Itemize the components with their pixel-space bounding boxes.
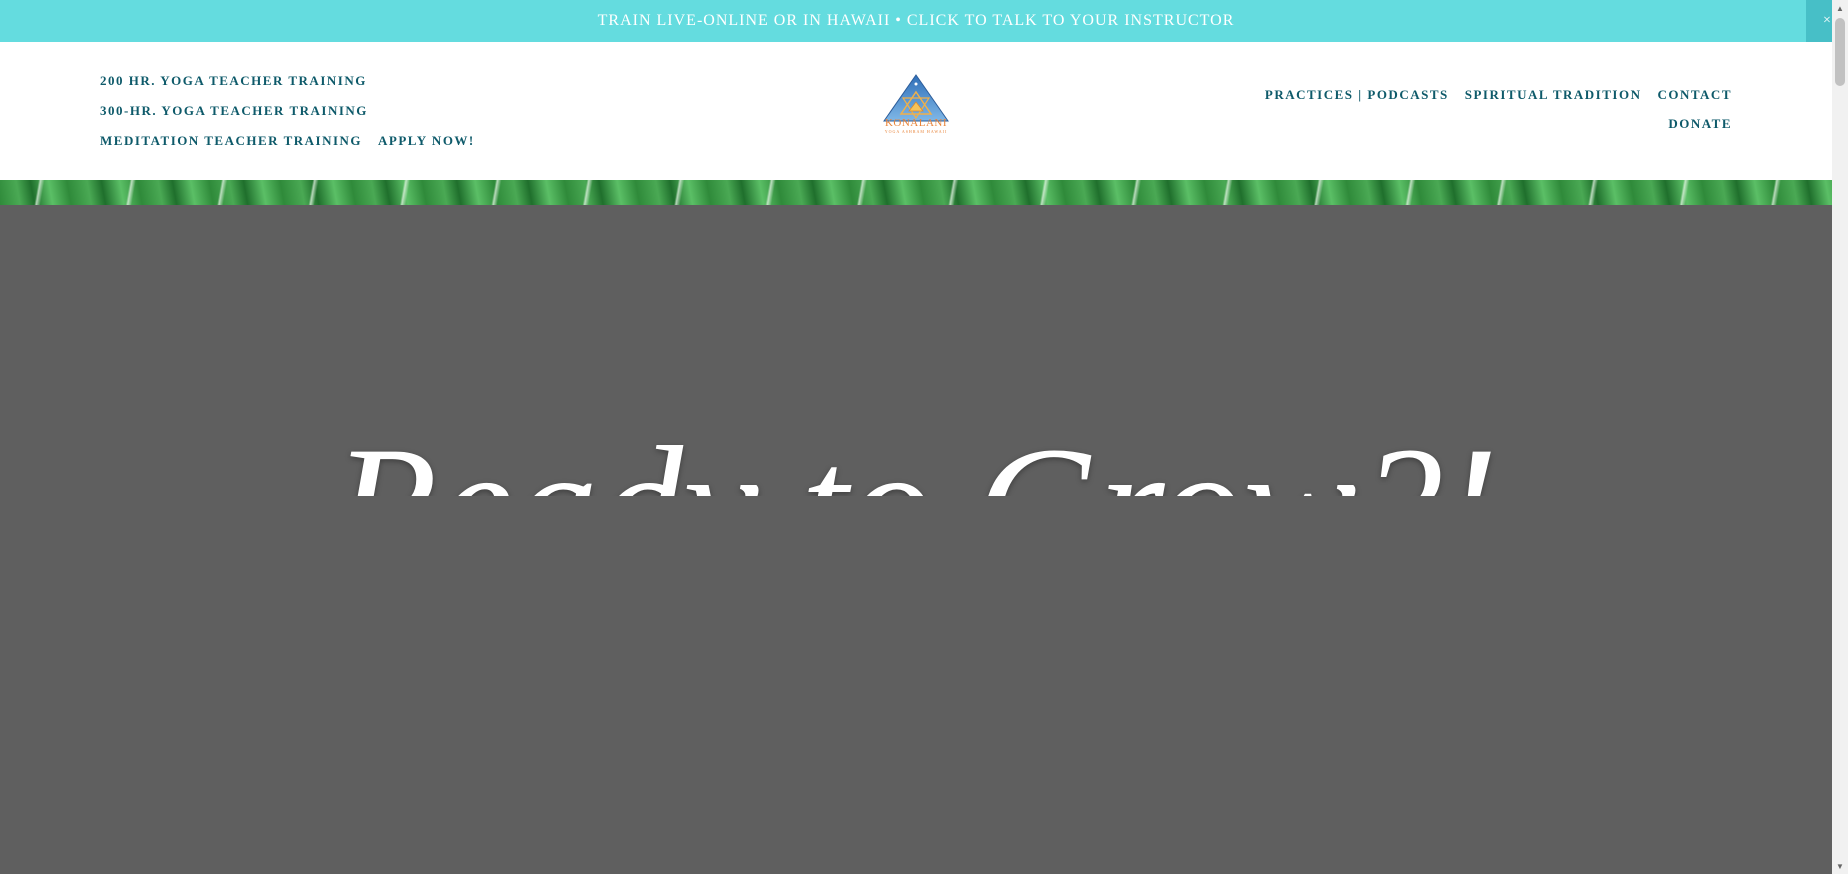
site-logo[interactable]: KONALANI YOGA ASHRAM HAWAII [881,74,951,146]
nav-contact[interactable]: CONTACT [1657,87,1732,103]
nav-meditation-training[interactable]: MEDITATION TEACHER TRAINING [100,133,362,149]
nav-practices-podcasts[interactable]: PRACTICES | PODCASTS [1265,87,1449,103]
scrollbar-thumb[interactable] [1835,18,1845,86]
nav-left: 200 HR. YOGA TEACHER TRAINING 300-HR. YO… [100,66,475,156]
nav-300hr-training[interactable]: 300-HR. YOGA TEACHER TRAINING [100,103,368,119]
leaf-banner-image [0,180,1832,205]
nav-donate[interactable]: DONATE [1668,116,1732,132]
logo-triangle-icon [883,74,949,122]
page-scrollbar[interactable]: ▲ ▼ [1832,0,1848,874]
hero-title-clip: Ready to Grow?! [0,400,1832,496]
nav-right: PRACTICES | PODCASTS SPIRITUAL TRADITION… [1265,80,1732,138]
announcement-bar[interactable]: TRAIN LIVE-ONLINE OR IN HAWAII • CLICK T… [0,0,1832,42]
hero-section: Ready to Grow?! [0,205,1832,874]
nav-200hr-training[interactable]: 200 HR. YOGA TEACHER TRAINING [100,73,367,89]
hero-title: Ready to Grow?! [0,416,1832,496]
chevron-up-icon[interactable]: ▲ [1832,0,1848,16]
chevron-down-icon[interactable]: ▼ [1832,858,1848,874]
announcement-text[interactable]: TRAIN LIVE-ONLINE OR IN HAWAII • CLICK T… [598,12,1235,30]
site-header: 200 HR. YOGA TEACHER TRAINING 300-HR. YO… [0,42,1832,180]
nav-spiritual-tradition[interactable]: SPIRITUAL TRADITION [1465,87,1642,103]
logo-name: KONALANI [884,117,948,129]
nav-apply-now[interactable]: APPLY NOW! [378,133,475,149]
logo-subtitle: YOGA ASHRAM HAWAII [884,129,948,134]
